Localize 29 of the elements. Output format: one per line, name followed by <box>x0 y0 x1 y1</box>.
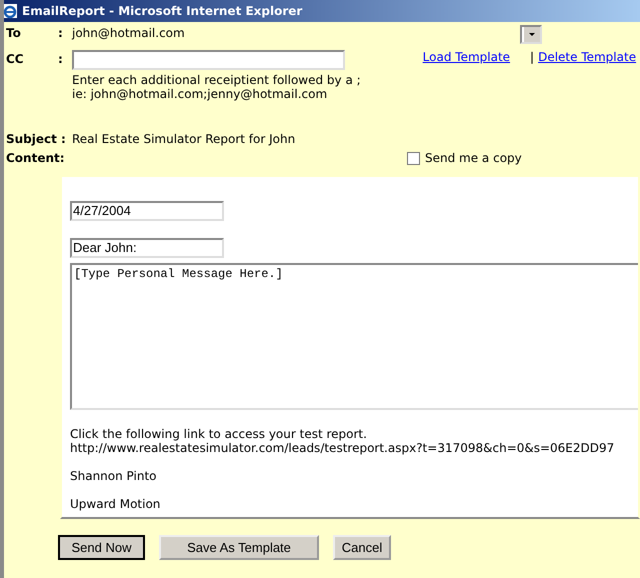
signature-text: Shannon Pinto <box>70 469 158 483</box>
form-button[interactable]: Cancel <box>333 535 391 560</box>
date-input[interactable]: 4/27/2004 <box>70 201 224 221</box>
subject-label: Subject : <box>6 132 67 146</box>
form-button[interactable]: Send Now <box>58 535 145 560</box>
send-copy-label: Send me a copy <box>425 151 522 165</box>
browser-icon <box>4 3 18 19</box>
to-value: john@hotmail.com <box>72 26 185 40</box>
content-label: Content: <box>6 151 66 165</box>
cc-input[interactable] <box>72 50 345 70</box>
separator: : <box>58 52 64 66</box>
to-label: To <box>6 26 22 40</box>
greeting-input[interactable]: Dear John: <box>70 238 224 258</box>
template-dropdown[interactable] <box>520 25 542 44</box>
message-textarea[interactable]: [Type Personal Message Here.] <box>70 262 638 410</box>
body-text: Click the following link to access your test report. <box>70 427 368 441</box>
send-copy-checkbox[interactable] <box>407 152 420 164</box>
separator: : <box>58 26 64 40</box>
template-link[interactable]: Delete Template <box>538 50 636 64</box>
link-divider: | <box>530 50 534 64</box>
hint-text: Enter each additional receiptient followed by a ; <box>72 73 361 87</box>
subject-value: Real Estate Simulator Report for John <box>72 132 296 146</box>
form-button[interactable]: Save As Template <box>159 535 319 560</box>
signature-text: Upward Motion <box>70 497 162 511</box>
window-title: EmailReport - Microsoft Internet Explorer <box>22 4 302 18</box>
template-link[interactable]: Load Template <box>422 50 510 64</box>
hint-text: ie: john@hotmail.com;jenny@hotmail.com <box>72 87 328 101</box>
body-text: http://www.realestatesimulator.com/leads/testreport.aspx?t=317098&ch=0&s=06E2DD97 <box>70 441 616 455</box>
cc-label: CC <box>6 52 25 66</box>
